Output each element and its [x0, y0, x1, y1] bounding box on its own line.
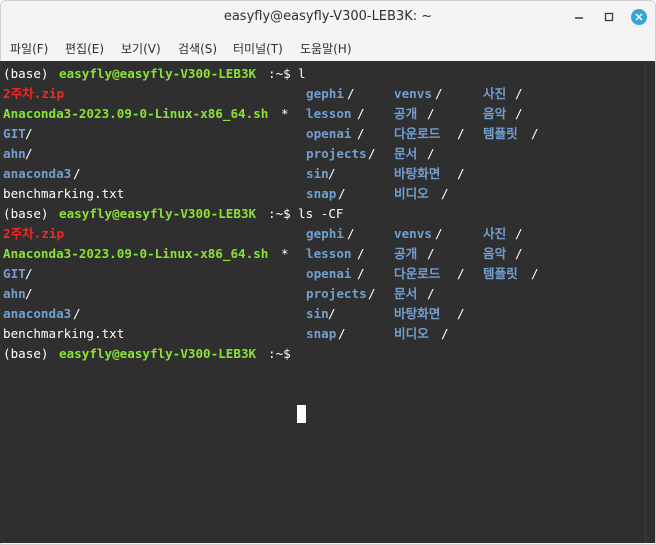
dir-entry: 템플릿 — [483, 126, 518, 141]
dir-entry: projects — [306, 286, 367, 301]
dir-entry: lesson — [306, 246, 352, 261]
dir-entry: anaconda3 — [3, 306, 72, 321]
dir-entry: 공개 — [394, 246, 418, 261]
listing-row: ahn / projects / 문서 / — [3, 284, 435, 304]
dir-entry: 비디오 — [394, 186, 429, 201]
dir-entry: 비디오 — [394, 326, 429, 341]
window-title: easyfly@easyfly-V300-LEB3K: ~ — [223, 9, 433, 24]
dir-entry: 음악 — [483, 246, 507, 261]
listing-row: GIT / openai / 다운로드 / 템플릿 / — [3, 264, 539, 284]
menu-search[interactable]: 검색(S) — [178, 40, 217, 57]
listing-row: benchmarking.txt snap / 비디오 / — [3, 184, 449, 204]
dir-entry: snap — [306, 186, 337, 201]
title-bar[interactable]: easyfly@easyfly-V300-LEB3K: ~ — [1, 1, 655, 33]
dir-entry: anaconda3 — [3, 166, 72, 181]
dir-entry: gephi — [306, 86, 344, 101]
dir-entry: 바탕화면 — [394, 166, 441, 181]
file-entry: 2주차.zip — [3, 86, 65, 101]
menu-terminal[interactable]: 터미널(T) — [233, 40, 283, 57]
dir-entry: ahn — [3, 146, 26, 161]
menu-help[interactable]: 도움말(H) — [300, 40, 352, 57]
dir-entry: venvs — [394, 86, 432, 101]
file-entry: Anaconda3-2023.09-0-Linux-x86_64.sh — [3, 106, 269, 121]
dir-entry: 사진 — [483, 86, 507, 101]
dir-entry: GIT — [3, 266, 26, 281]
dir-entry: 바탕화면 — [394, 306, 441, 321]
prompt-line: (base) easyfly@easyfly-V300-LEB3K :~$ ls… — [3, 204, 344, 224]
text-cursor — [297, 405, 306, 423]
dir-entry: gephi — [306, 226, 344, 241]
dir-entry: projects — [306, 146, 367, 161]
listing-row: ahn / projects / 문서 / — [3, 144, 435, 164]
menu-view[interactable]: 보기(V) — [121, 40, 161, 57]
scrollbar[interactable] — [645, 61, 655, 543]
prompt-path: :~$ — [268, 206, 299, 221]
prompt-line: (base) easyfly@easyfly-V300-LEB3K :~$ — [3, 344, 291, 364]
dir-entry: openai — [306, 126, 352, 141]
listing-row: GIT / openai / 다운로드 / 템플릿 / — [3, 124, 539, 144]
file-entry: benchmarking.txt — [3, 186, 125, 201]
listing-row: Anaconda3-2023.09-0-Linux-x86_64.sh * les… — [3, 104, 523, 124]
dir-entry: 템플릿 — [483, 266, 518, 281]
listing-row: anaconda3/ sin / 바탕화면 / — [3, 304, 465, 324]
command-text: ls -CF — [298, 206, 344, 221]
dir-entry: lesson — [306, 106, 352, 121]
maximize-button[interactable] — [597, 5, 621, 29]
prompt-user-host: easyfly@easyfly-V300-LEB3K — [59, 66, 257, 81]
minimize-icon — [575, 17, 583, 19]
file-entry: Anaconda3-2023.09-0-Linux-x86_64.sh — [3, 246, 269, 261]
dir-entry: 공개 — [394, 106, 418, 121]
command-text: l — [298, 66, 306, 81]
dir-entry: 문서 — [394, 146, 418, 161]
dir-entry: openai — [306, 266, 352, 281]
maximize-icon — [604, 12, 614, 22]
terminal-output[interactable]: (base) easyfly@easyfly-V300-LEB3K :~$ l … — [0, 61, 645, 543]
dir-entry: snap — [306, 326, 337, 341]
listing-row: anaconda3/ sin / 바탕화면 / — [3, 164, 465, 184]
file-entry: benchmarking.txt — [3, 326, 125, 341]
prompt-env: (base) — [3, 206, 57, 221]
prompt-env: (base) — [3, 346, 57, 361]
listing-row: 2주차.zip gephi / venvs / 사진 / — [3, 224, 523, 244]
menu-file[interactable]: 파일(F) — [10, 40, 48, 57]
prompt-env: (base) — [3, 66, 57, 81]
prompt-path: :~$ — [268, 66, 299, 81]
listing-row: benchmarking.txt snap / 비디오 / — [3, 324, 449, 344]
dir-entry: 다운로드 — [394, 126, 441, 141]
prompt-line: (base) easyfly@easyfly-V300-LEB3K :~$ l — [3, 64, 306, 84]
menu-edit[interactable]: 편집(E) — [65, 40, 104, 57]
close-icon — [635, 13, 643, 21]
prompt-user-host: easyfly@easyfly-V300-LEB3K — [59, 346, 257, 361]
close-button[interactable] — [627, 5, 651, 29]
dir-entry: venvs — [394, 226, 432, 241]
prompt-user-host: easyfly@easyfly-V300-LEB3K — [59, 206, 257, 221]
dir-entry: sin — [306, 306, 329, 321]
menu-bar: 파일(F) 편집(E) 보기(V) 검색(S) 터미널(T) 도움말(H) — [1, 33, 655, 62]
dir-entry: 사진 — [483, 226, 507, 241]
prompt-path: :~$ — [268, 346, 299, 361]
file-entry: 2주차.zip — [3, 226, 65, 241]
listing-row: Anaconda3-2023.09-0-Linux-x86_64.sh * les… — [3, 244, 523, 264]
dir-entry: 다운로드 — [394, 266, 441, 281]
dir-entry: 문서 — [394, 286, 418, 301]
listing-row: 2주차.zip gephi / venvs / 사진 / — [3, 84, 523, 104]
dir-entry: sin — [306, 166, 329, 181]
dir-entry: GIT — [3, 126, 26, 141]
dir-entry: 음악 — [483, 106, 507, 121]
minimize-button[interactable] — [567, 5, 591, 29]
dir-entry: ahn — [3, 286, 26, 301]
